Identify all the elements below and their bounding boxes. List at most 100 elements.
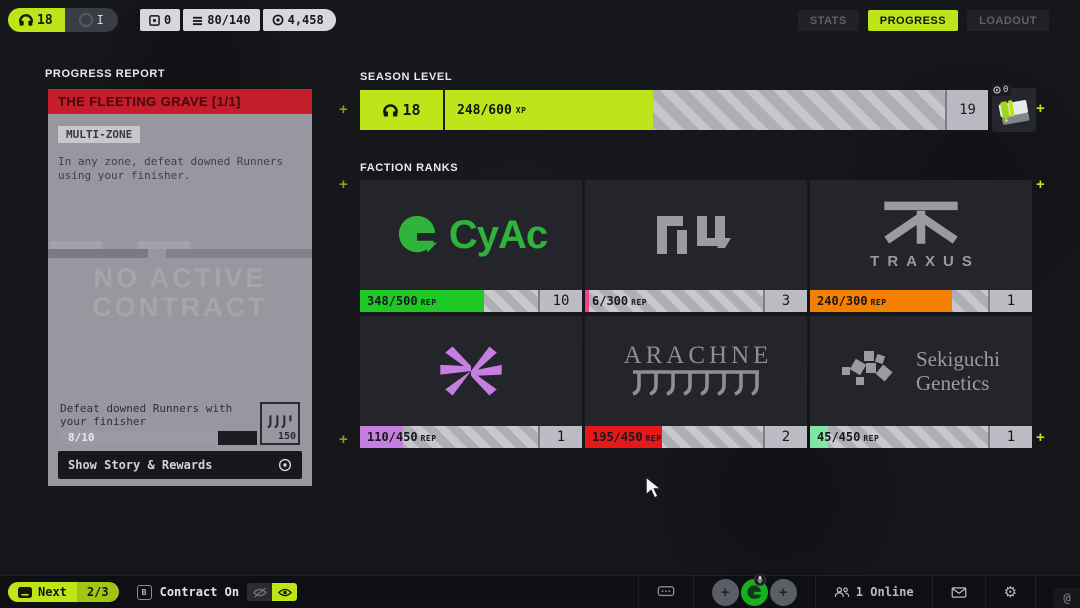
plus-marker: + (1036, 176, 1045, 193)
mail-button[interactable] (933, 576, 985, 608)
reward-box: 150 (260, 402, 300, 445)
x-faction-rep-bar: 110/450REP (360, 426, 538, 448)
contract-visibility-toggle[interactable] (247, 583, 297, 601)
coin-icon (272, 14, 284, 26)
contract-toggle-label: Contract On (160, 585, 239, 599)
eye-slash-icon[interactable] (247, 583, 272, 601)
cyac-helmet-icon (395, 212, 441, 258)
cyac-rank: 10 (538, 290, 582, 312)
current-level: 18 (402, 101, 420, 119)
slot-label: I (97, 13, 104, 27)
progress-report-title: PROGRESS REPORT (45, 68, 315, 80)
avatar-helmet-icon (746, 584, 763, 601)
chat-button[interactable] (639, 576, 693, 608)
cash-card-icon (149, 15, 160, 26)
chat-icon (657, 586, 675, 598)
contract-banner: THE FLEETING GRAVE [1/1] (48, 89, 312, 114)
no-active-contract-watermark: NO ACTIVE CONTRACT (48, 264, 312, 322)
plus-marker: + (339, 101, 348, 118)
faction-tile-x[interactable]: 110/450REP 1 (360, 316, 582, 448)
nu-rank: 3 (763, 290, 807, 312)
headset-icon (18, 12, 34, 28)
season-reward-tile[interactable]: 0 (992, 88, 1036, 132)
info-icon (278, 458, 292, 472)
online-status[interactable]: 1 Online (816, 576, 932, 608)
traxus-rep-bar: 240/300REP (810, 290, 988, 312)
nu-logo (585, 180, 807, 290)
eye-icon[interactable] (272, 583, 297, 601)
currency-badges: 0 80/140 4,458 (140, 9, 336, 31)
coin-value: 4,458 (288, 13, 324, 27)
next-button[interactable]: Next 2/3 (8, 582, 119, 602)
bottom-bar-right: + + 1 Online ⚙ ? (638, 576, 1080, 608)
ammo-icon (192, 15, 203, 26)
objective-progress-label: 8/10 (68, 431, 95, 445)
arachne-logo: ARACHNE (585, 316, 807, 426)
reward-value: 150 (278, 431, 296, 442)
player-avatar[interactable] (741, 579, 768, 606)
key-icon (18, 587, 32, 598)
xp-label: 248/600XP (457, 90, 526, 130)
ammo-badge[interactable]: 80/140 (183, 9, 259, 31)
cyac-rep-bar: 348/500REP (360, 290, 538, 312)
coin-badge[interactable]: 4,458 (263, 9, 336, 31)
plus-marker: + (1036, 429, 1045, 446)
top-bar: 18 I 0 80/140 4,458 STATS PROGRESS LOADO… (0, 0, 1080, 40)
xp-track: 248/600XP (445, 90, 945, 130)
mouse-cursor (644, 476, 664, 500)
online-count: 1 Online (856, 585, 914, 599)
glitch-bar (50, 241, 102, 249)
current-level-box: 18 (360, 90, 445, 130)
ammo-value: 80/140 (207, 13, 250, 27)
glitch-bar (138, 241, 190, 249)
contract-card: MULTI-ZONE In any zone, defeat downed Ru… (48, 114, 312, 486)
cyac-logo: CyAc (360, 180, 582, 290)
faction-tile-arachne[interactable]: ARACHNE 195/450REP 2 (585, 316, 807, 448)
party-slots: + + (694, 576, 815, 608)
zone-tag: MULTI-ZONE (58, 126, 140, 143)
sekiguchi-logo: Sekiguchi Genetics (810, 316, 1032, 426)
envelope-icon (951, 587, 967, 598)
show-story-button[interactable]: Show Story & Rewards (58, 451, 302, 479)
player-level: 18 (37, 13, 53, 28)
corner-at-button[interactable]: @ (1054, 588, 1080, 608)
season-reward-badge: 0 (990, 84, 1011, 96)
arachne-rank: 2 (763, 426, 807, 448)
faction-tile-sekiguchi[interactable]: Sekiguchi Genetics 45/450REP 1 (810, 316, 1032, 448)
next-level-box: 19 (945, 90, 988, 130)
faction-tile-cyac[interactable]: CyAc 348/500REP 10 (360, 180, 582, 312)
main-nav: STATS PROGRESS LOADOUT (798, 10, 1049, 31)
arachne-legs-icon (631, 370, 761, 400)
people-icon (834, 586, 850, 598)
x-faction-mark-icon (440, 344, 502, 398)
nu-rep-fill (585, 290, 589, 312)
traxus-rank: 1 (988, 290, 1032, 312)
progress-report-panel: PROGRESS REPORT THE FLEETING GRAVE [1/1]… (45, 68, 315, 486)
nu-rep-bar: 6/300REP (585, 290, 763, 312)
tab-progress[interactable]: PROGRESS (868, 10, 958, 31)
contract-description: In any zone, defeat downed Runners using… (58, 155, 296, 183)
faction-tile-traxus[interactable]: TRAXUS 240/300REP 1 (810, 180, 1032, 312)
gear-icon: ⚙ (1004, 583, 1017, 601)
plus-marker: + (339, 431, 348, 448)
player-level-pill[interactable]: 18 I (8, 8, 118, 32)
bottom-bar: Next 2/3 B Contract On + (0, 575, 1080, 608)
show-story-label: Show Story & Rewards (68, 458, 213, 472)
invite-slot-button[interactable]: + (712, 579, 739, 606)
invite-slot-button[interactable]: + (770, 579, 797, 606)
sekiguchi-rep-bar: 45/450REP (810, 426, 988, 448)
settings-button[interactable]: ⚙ (986, 576, 1035, 608)
objective-progress-bar: 8/10 (60, 431, 257, 445)
slot-circle-icon (79, 13, 93, 27)
tab-stats[interactable]: STATS (798, 10, 859, 31)
season-level-bar: 18 248/600XP 19 (360, 90, 988, 130)
x-faction-logo (360, 316, 582, 426)
cash-badge[interactable]: 0 (140, 9, 180, 31)
objective-text: Defeat downed Runners with your finisher (60, 402, 260, 428)
faction-tile-nu[interactable]: 6/300REP 3 (585, 180, 807, 312)
contract-toggle-group: B Contract On (137, 583, 297, 601)
season-level-title: SEASON LEVEL (360, 71, 452, 83)
coin-icon (993, 86, 1001, 94)
tab-loadout[interactable]: LOADOUT (967, 10, 1049, 31)
player-slot-segment: I (65, 8, 118, 32)
